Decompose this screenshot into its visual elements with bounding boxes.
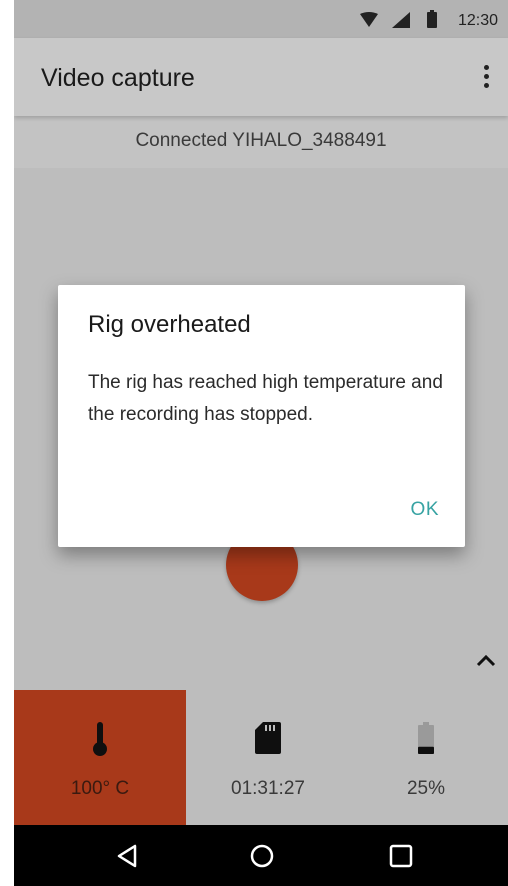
more-vert-icon[interactable]	[474, 60, 498, 92]
wifi-icon	[360, 12, 378, 33]
back-icon[interactable]	[115, 843, 141, 869]
connection-status: Connected YIHALO_3488491	[135, 130, 387, 151]
temperature-stat[interactable]: 100° C	[14, 690, 186, 825]
battery-value: 25%	[406, 778, 446, 799]
stats-bar: 100° C 01:31:27 25%	[14, 690, 508, 825]
app-bar: Video capture	[14, 38, 508, 116]
cell-signal-icon	[392, 12, 410, 33]
status-bar: 12:30	[14, 0, 508, 38]
battery-stat[interactable]: 25%	[344, 690, 508, 825]
battery-icon	[427, 10, 437, 33]
recording-time-value: 01:31:27	[231, 778, 305, 799]
ok-button[interactable]: OK	[411, 499, 439, 521]
status-clock: 12:30	[457, 12, 498, 29]
temperature-value: 100° C	[70, 778, 130, 799]
storage-stat[interactable]: 01:31:27	[186, 690, 350, 825]
dialog-message: The rig has reached high temperature and…	[88, 372, 443, 425]
overheat-dialog: Rig overheated The rig has reached high …	[58, 285, 465, 547]
page-title: Video capture	[41, 64, 195, 92]
home-icon[interactable]	[249, 843, 275, 869]
phone-screen: 12:30 Video capture Connected YIHALO_348…	[14, 0, 508, 886]
thermometer-icon	[93, 722, 107, 761]
sd-card-icon	[255, 722, 281, 759]
connection-banner: Connected YIHALO_3488491	[14, 116, 508, 168]
chevron-up-icon[interactable]	[474, 650, 498, 670]
recents-icon[interactable]	[388, 843, 414, 869]
dialog-title: Rig overheated	[88, 311, 251, 338]
battery-level-icon	[418, 722, 434, 759]
navigation-bar	[14, 825, 508, 886]
